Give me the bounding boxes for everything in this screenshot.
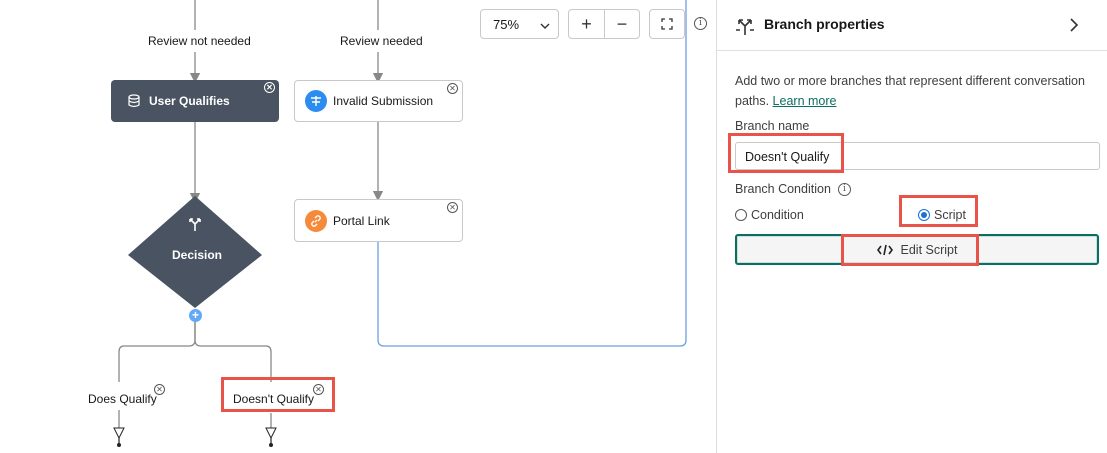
close-icon[interactable]: ✕	[447, 202, 458, 213]
node-label: Invalid Submission	[333, 94, 434, 108]
learn-more-link[interactable]: Learn more	[773, 94, 837, 108]
radio-label: Condition	[751, 208, 804, 222]
zoom-in-button[interactable]: +	[568, 9, 605, 39]
radio-button[interactable]	[735, 209, 747, 221]
node-label: User Qualifies	[149, 94, 230, 108]
panel-description: Add two or more branches that represent …	[735, 71, 1095, 111]
branch-label: Does Qualify	[88, 392, 157, 406]
decision-label[interactable]: Decision	[172, 248, 222, 262]
node-label: Portal Link	[333, 213, 390, 228]
chevron-right-icon[interactable]	[1069, 17, 1079, 38]
panel-title: Branch properties	[764, 16, 885, 32]
zoom-value: 75%	[493, 16, 520, 32]
branch-icon	[735, 16, 755, 41]
edge-label-review-not-needed: Review not needed	[148, 34, 251, 48]
close-icon[interactable]: ✕	[154, 384, 165, 395]
chevron-down-icon	[540, 17, 550, 32]
branch-condition-label: Branch Condition	[735, 182, 831, 196]
info-icon[interactable]: i	[838, 183, 851, 196]
portal-link-node[interactable]: Portal Link ✕	[294, 199, 463, 242]
info-icon[interactable]: i	[694, 17, 707, 30]
fullscreen-icon	[661, 14, 673, 35]
database-icon	[127, 94, 141, 108]
branch-icon	[187, 216, 203, 237]
flow-canvas[interactable]: Review not needed Review needed User Qua…	[0, 0, 716, 453]
highlight-box	[841, 234, 979, 266]
highlight-box	[728, 133, 844, 173]
text-message-icon	[305, 90, 327, 112]
branch-properties-panel: Branch properties Add two or more branch…	[716, 0, 1107, 453]
close-icon[interactable]: ✕	[264, 82, 275, 93]
radio-condition[interactable]: Condition	[735, 208, 804, 222]
branch-name-label: Branch name	[735, 119, 810, 133]
panel-header: Branch properties	[717, 0, 1107, 51]
highlight-box	[899, 195, 978, 227]
close-icon[interactable]: ✕	[447, 83, 458, 94]
branch-does-qualify[interactable]: Does Qualify ✕	[88, 384, 165, 406]
invalid-submission-node[interactable]: Invalid Submission ✕	[294, 80, 463, 122]
edge-label-review-needed: Review needed	[340, 34, 423, 48]
zoom-out-button[interactable]: −	[604, 9, 640, 39]
highlight-box	[221, 377, 335, 412]
link-icon	[305, 209, 327, 232]
fit-screen-button[interactable]	[649, 9, 685, 39]
user-qualifies-node[interactable]: User Qualifies ✕	[111, 80, 279, 122]
add-step-button[interactable]: +	[189, 309, 202, 322]
zoom-select[interactable]: 75%	[480, 9, 559, 39]
